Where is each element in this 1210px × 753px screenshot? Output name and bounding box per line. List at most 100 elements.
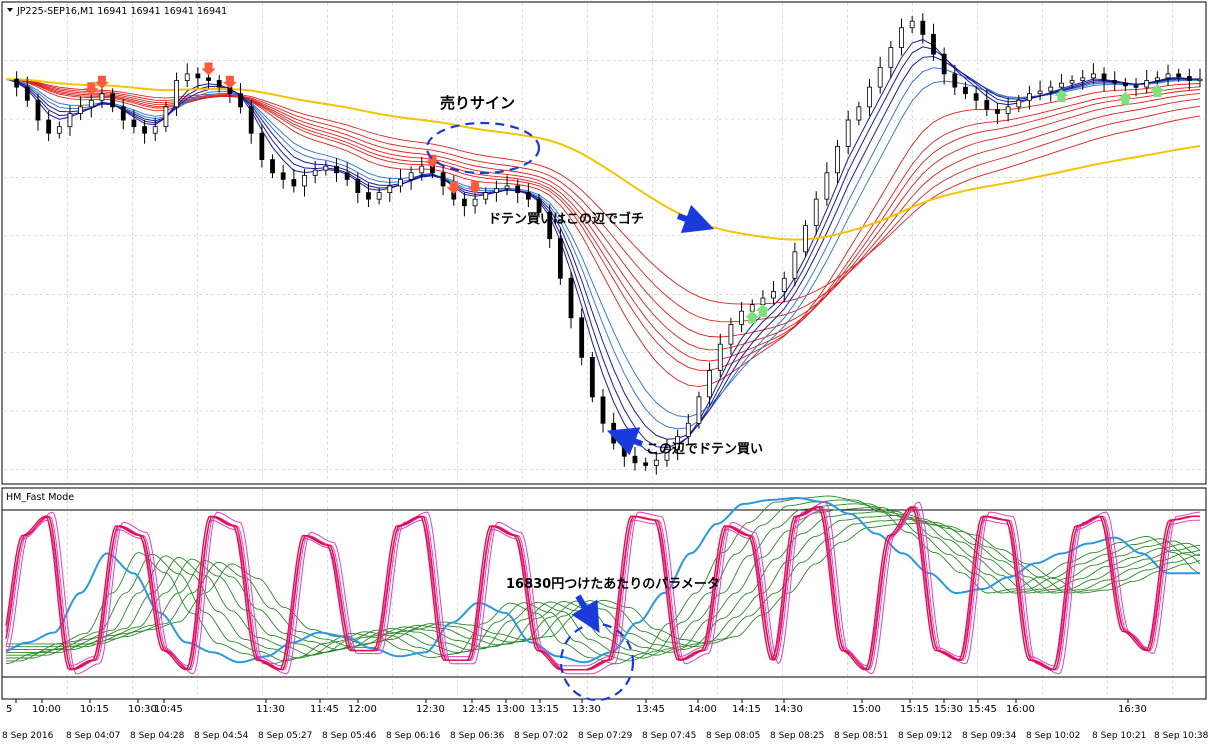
candle-body (344, 172, 350, 180)
time-label-top: 11:30 (256, 704, 285, 715)
candle-body (334, 165, 339, 174)
time-label-top: 10:45 (154, 704, 183, 715)
candle-body (462, 198, 467, 207)
candle-body (355, 178, 361, 193)
candle-body (963, 86, 968, 95)
candle-body (99, 93, 105, 101)
candle-body (867, 86, 872, 108)
time-label-bottom: 8 Sep 05:46 (322, 731, 377, 741)
time-label-top: 13:15 (530, 704, 559, 715)
time-label-bottom: 8 Sep 10:38 (1154, 731, 1209, 741)
candle-body (1048, 86, 1054, 92)
time-label-bottom: 8 Sep 09:34 (962, 731, 1017, 741)
time-label-top: 14:15 (732, 704, 761, 715)
candle-body (909, 20, 915, 29)
candle-body (1133, 85, 1139, 88)
candle-body (739, 310, 744, 325)
chart-window: JP225-SEP16,M1 16941 16941 16941 16941 H… (0, 0, 1210, 749)
candle-body (696, 396, 702, 424)
candle-body (67, 113, 73, 128)
candle-body (845, 119, 851, 147)
candle-body (312, 169, 318, 176)
time-label-bottom: 8 Sep 09:12 (898, 731, 952, 741)
candle-body (131, 119, 137, 128)
annotation-doten-buy: この辺でドテン買い (646, 442, 763, 457)
candle-body (803, 225, 808, 253)
candle-body (280, 172, 286, 180)
candle-body (920, 20, 926, 35)
time-label-top: 5 (6, 704, 12, 715)
candle-body (238, 93, 243, 108)
time-label-top: 13:30 (572, 704, 601, 715)
candle-body (504, 185, 510, 190)
annotation-sell-sign: 売りサイン (440, 94, 515, 112)
candle-body (493, 188, 499, 193)
time-label-top: 16:00 (1006, 704, 1035, 715)
candle-body (270, 159, 275, 174)
candle-body (398, 178, 403, 187)
time-label-top: 10:30 (128, 704, 157, 715)
candle-body (174, 80, 179, 108)
candle-body (206, 77, 211, 81)
candle-body (195, 73, 201, 79)
candle-body (856, 106, 862, 121)
candle-body (557, 238, 563, 279)
oscillator-title: HM_Fast Mode (6, 492, 74, 503)
candle-body (323, 165, 329, 171)
candle-body (14, 78, 20, 88)
chart-canvas[interactable]: JP225-SEP16,M1 16941 16941 16941 16941 H… (0, 0, 1210, 749)
candle-body (632, 455, 638, 464)
candle-body (88, 99, 94, 108)
candle-body (376, 192, 382, 200)
time-label-bottom: 8 Sep 07:45 (642, 731, 696, 741)
candle-body (653, 459, 659, 466)
candle-body (525, 192, 531, 200)
candle-body (888, 47, 894, 68)
candle-body (419, 165, 425, 174)
annotation-param-note: 16830円つけたあたりのパラメータ (506, 577, 720, 592)
candle-body (366, 192, 371, 200)
candle-body (1016, 99, 1022, 108)
candle-body (941, 53, 947, 75)
candle-body (984, 99, 990, 110)
candle-body (24, 86, 30, 101)
time-axis: 5 10:00 10:15 10:3010:45 11:30 11:45 12:00 12:3… (2, 699, 1209, 741)
candle-body (813, 198, 819, 226)
candle-body (771, 291, 776, 299)
time-label-bottom: 8 Sep 07:29 (578, 731, 633, 741)
candle-body (1101, 73, 1107, 81)
time-label-bottom: 8 Sep 04:54 (194, 731, 249, 741)
candle-body (899, 27, 904, 48)
candle-body (611, 422, 617, 444)
candle-body (749, 304, 755, 312)
candle-body (685, 422, 691, 437)
candle-body (120, 106, 126, 121)
candle-body (440, 172, 446, 187)
candle-body (973, 93, 979, 101)
candle-body (1122, 82, 1128, 87)
candle-body (216, 80, 222, 88)
candle-body (483, 192, 489, 200)
time-label-top: 15:45 (968, 704, 997, 715)
candle-body (579, 317, 585, 358)
time-label-top: 15:30 (934, 704, 963, 715)
candle-body (877, 66, 883, 88)
candle-body (728, 323, 734, 345)
candle-body (152, 126, 158, 134)
candle-body (781, 277, 787, 292)
time-label-bottom: 8 Sep 04:07 (66, 731, 120, 741)
candle-body (110, 93, 116, 108)
candle-body (291, 178, 297, 187)
candle-body (760, 297, 766, 306)
candle-body (792, 251, 798, 279)
time-label-top: 13:00 (496, 704, 525, 715)
time-label-bottom: 8 Sep 06:16 (386, 731, 441, 741)
time-label-top: 11:45 (310, 704, 339, 715)
time-label-top: 16:30 (1118, 704, 1147, 715)
candle-body (835, 146, 840, 174)
candle-body (1186, 76, 1192, 81)
candle-body (1059, 82, 1064, 88)
candle-body (1112, 80, 1118, 84)
candle-body (142, 126, 147, 134)
time-label-bottom: 8 Sep 06:36 (450, 731, 505, 741)
